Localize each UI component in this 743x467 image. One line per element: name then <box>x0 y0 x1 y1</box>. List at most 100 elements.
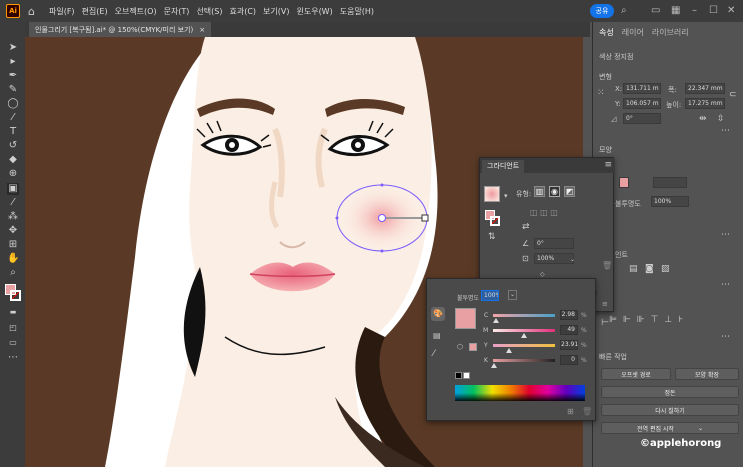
flip-vertical-icon[interactable]: ⇳ <box>717 114 725 124</box>
close-window-icon[interactable]: ✕ <box>727 5 735 16</box>
more-options-icon[interactable]: ⋯ <box>721 126 730 136</box>
menu-select[interactable]: 선택(S) <box>196 6 222 17</box>
color-opacity-field[interactable]: 100% <box>481 290 499 301</box>
aspect-dropdown-icon[interactable]: ⌄ <box>570 256 575 263</box>
gradient-preview-swatch[interactable] <box>484 186 500 202</box>
flip-horizontal-icon[interactable]: ⇹ <box>699 114 707 124</box>
curvature-tool-icon[interactable]: ✎ <box>7 84 19 96</box>
opacity-field[interactable]: 100% <box>651 196 689 207</box>
rotate-field[interactable]: 0° <box>623 113 661 124</box>
color-spectrum[interactable] <box>455 385 585 401</box>
gradient-dropdown-icon[interactable]: ▾ <box>504 192 508 200</box>
cyan-slider-thumb[interactable] <box>493 318 499 323</box>
magenta-field[interactable]: 49 <box>560 325 578 335</box>
close-tab-icon[interactable]: × <box>199 26 205 34</box>
gradient-more-icon[interactable]: ⋯ <box>721 280 730 290</box>
delete-stop-icon[interactable]: 🗑 <box>602 261 612 270</box>
constrain-proportions-icon[interactable]: ⊂ <box>729 90 737 100</box>
appearance-more-icon[interactable]: ⋯ <box>721 230 730 240</box>
arrange-documents-icon[interactable]: ▭ <box>651 5 660 16</box>
direct-selection-tool-icon[interactable]: ▸ <box>7 56 19 68</box>
recolor-button[interactable]: 다시 칠하기 <box>601 404 739 416</box>
shape-builder-tool-icon[interactable]: ⊕ <box>7 168 19 180</box>
zoom-tool-icon[interactable]: ⌕ <box>7 267 19 279</box>
gradient-panel-options-icon[interactable]: ≡ <box>602 300 608 308</box>
rotate-tool-icon[interactable]: ↺ <box>7 140 19 152</box>
tab-properties[interactable]: 속성 <box>599 27 614 41</box>
eraser-tool-icon[interactable]: ◆ <box>7 154 19 166</box>
tab-libraries[interactable]: 라이브러리 <box>652 27 689 41</box>
opacity-dropdown-icon[interactable]: ⌄ <box>508 290 517 300</box>
align-left-icon[interactable]: ⊢ <box>601 318 609 328</box>
selection-tool-icon[interactable]: ➤ <box>7 42 19 54</box>
gamut-swatch[interactable] <box>469 343 477 351</box>
gradient-stroke-swatch[interactable] <box>490 216 500 226</box>
eyedropper-icon[interactable]: ⁄ <box>433 349 435 359</box>
more-tools-icon[interactable]: ⋯ <box>7 352 19 364</box>
linear-gradient-icon[interactable]: ▤ <box>629 264 638 274</box>
black-swatch[interactable] <box>455 372 462 379</box>
arrange-button[interactable]: 정돈 <box>601 386 739 398</box>
minimize-icon[interactable]: – <box>692 5 697 16</box>
linear-type-icon[interactable]: ▥ <box>534 186 545 197</box>
menu-view[interactable]: 보기(V) <box>263 6 289 17</box>
align-more-icon[interactable]: ⋯ <box>721 332 730 342</box>
radial-gradient-icon[interactable]: ◙ <box>645 264 654 274</box>
yellow-slider-track[interactable] <box>493 344 555 347</box>
color-picker-icon[interactable]: 🎨 <box>431 307 445 321</box>
paintbrush-tool-icon[interactable]: ⁄ <box>7 112 19 124</box>
reverse-gradient-icon[interactable]: ⇄ <box>522 222 530 232</box>
gradient-aspect-field[interactable]: 100% <box>534 253 574 264</box>
gradient-angle-field[interactable]: 0° <box>534 238 574 249</box>
radial-type-icon[interactable]: ◉ <box>549 186 560 197</box>
add-swatch-icon[interactable]: ⊞ <box>567 407 574 416</box>
black-slider-thumb[interactable] <box>491 363 497 368</box>
artboard-tool-icon[interactable]: ⊞ <box>7 239 19 251</box>
gradient-tool-icon[interactable]: ▣ <box>7 183 19 195</box>
yellow-field[interactable]: 23.91 <box>560 340 578 350</box>
pen-tool-icon[interactable]: ✒ <box>7 70 19 82</box>
black-field[interactable]: 0 <box>560 355 578 365</box>
menu-effect[interactable]: 효과(C) <box>229 6 256 17</box>
yellow-slider-thumb[interactable] <box>506 348 512 353</box>
stroke-weight-field[interactable] <box>653 177 687 188</box>
reference-point-icon[interactable]: ⁙ <box>597 88 605 98</box>
screen-mode-icon[interactable]: ▭ <box>7 337 19 349</box>
swatch-libraries-icon[interactable]: ▤ <box>433 331 441 340</box>
freeform-type-icon[interactable]: ◩ <box>564 186 575 197</box>
menu-edit[interactable]: 편집(E) <box>82 6 108 17</box>
cyan-field[interactable]: 2.98 <box>560 310 578 320</box>
fill-color-chip[interactable] <box>619 177 629 188</box>
workspace-icon[interactable]: ▦ <box>671 5 680 16</box>
document-tab[interactable]: 인물그리기 [복구됨].ai* @ 150%(CMYK/미리 보기) × <box>29 22 212 37</box>
y-field[interactable]: 106.057 m <box>623 98 661 109</box>
global-edit-dropdown-icon[interactable]: ⌄ <box>698 425 703 432</box>
cyan-slider-track[interactable] <box>493 314 555 317</box>
type-tool-icon[interactable]: T <box>7 126 19 138</box>
blend-tool-icon[interactable]: ⁂ <box>7 211 19 223</box>
stroke-option-icons[interactable]: ◫ ◫ ◫ <box>530 208 558 217</box>
current-color-swatch[interactable] <box>455 308 476 329</box>
menu-file[interactable]: 파일(F) <box>49 6 75 17</box>
align-icons[interactable]: ⊫⊩⊪⊤⊥⊦ <box>609 315 689 325</box>
delete-swatch-icon[interactable]: 🗑 <box>582 407 592 416</box>
menu-window[interactable]: 윈도우(W) <box>296 6 332 17</box>
menu-help[interactable]: 도움말(H) <box>340 6 374 17</box>
maximize-icon[interactable]: ☐ <box>709 5 718 16</box>
magenta-slider-thumb[interactable] <box>521 333 527 338</box>
tab-gradient[interactable]: 그라디언트 <box>482 160 525 173</box>
offset-path-button[interactable]: 오프셋 경로 <box>601 368 671 380</box>
start-global-edit-button[interactable]: 전역 편집 시작 ⌄ <box>601 422 739 434</box>
share-button[interactable]: 공유 <box>590 4 614 18</box>
home-icon[interactable]: ⌂ <box>28 5 35 18</box>
search-icon[interactable]: ⌕ <box>621 5 627 16</box>
width-field[interactable]: 22.347 mm <box>685 83 725 94</box>
ellipse-tool-icon[interactable]: ◯ <box>7 98 19 110</box>
symbol-sprayer-tool-icon[interactable]: ✥ <box>7 225 19 237</box>
hand-tool-icon[interactable]: ✋ <box>7 253 19 265</box>
white-swatch[interactable] <box>463 372 470 379</box>
stroke-swatch[interactable] <box>10 290 21 301</box>
menu-object[interactable]: 오브젝트(O) <box>115 6 157 17</box>
magenta-slider-track[interactable] <box>493 329 555 332</box>
x-field[interactable]: 131.711 m <box>623 83 661 94</box>
